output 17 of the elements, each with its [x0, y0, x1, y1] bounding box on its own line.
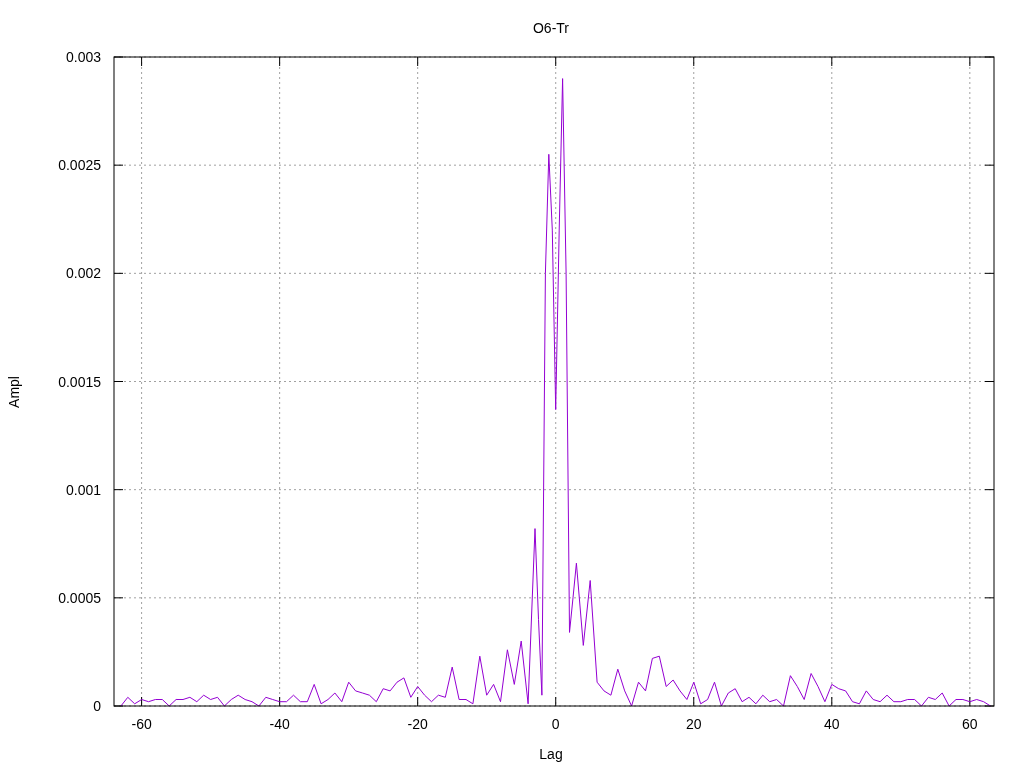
y-tick-label: 0.003 — [65, 49, 101, 65]
y-axis-label: Ampl — [6, 376, 22, 408]
x-tick-label: -60 — [131, 716, 152, 732]
y-tick-label: 0.0015 — [58, 373, 101, 390]
x-tick-label: -40 — [269, 716, 290, 732]
y-tick-label: 0.0025 — [58, 157, 101, 174]
x-tick-label: 20 — [686, 716, 702, 732]
x-tick-label: 0 — [551, 716, 560, 732]
y-tick-label: 0.0005 — [58, 589, 101, 606]
x-tick-label: -20 — [407, 716, 428, 732]
chart-title: O6-Tr — [533, 20, 569, 36]
x-axis-label: Lag — [539, 746, 563, 762]
x-tick-label: 60 — [962, 716, 978, 732]
y-tick-label: 0.002 — [65, 265, 101, 282]
x-tick-label: 40 — [824, 716, 840, 732]
y-tick-label: 0 — [93, 698, 101, 714]
y-tick-label: 0.001 — [65, 481, 101, 498]
